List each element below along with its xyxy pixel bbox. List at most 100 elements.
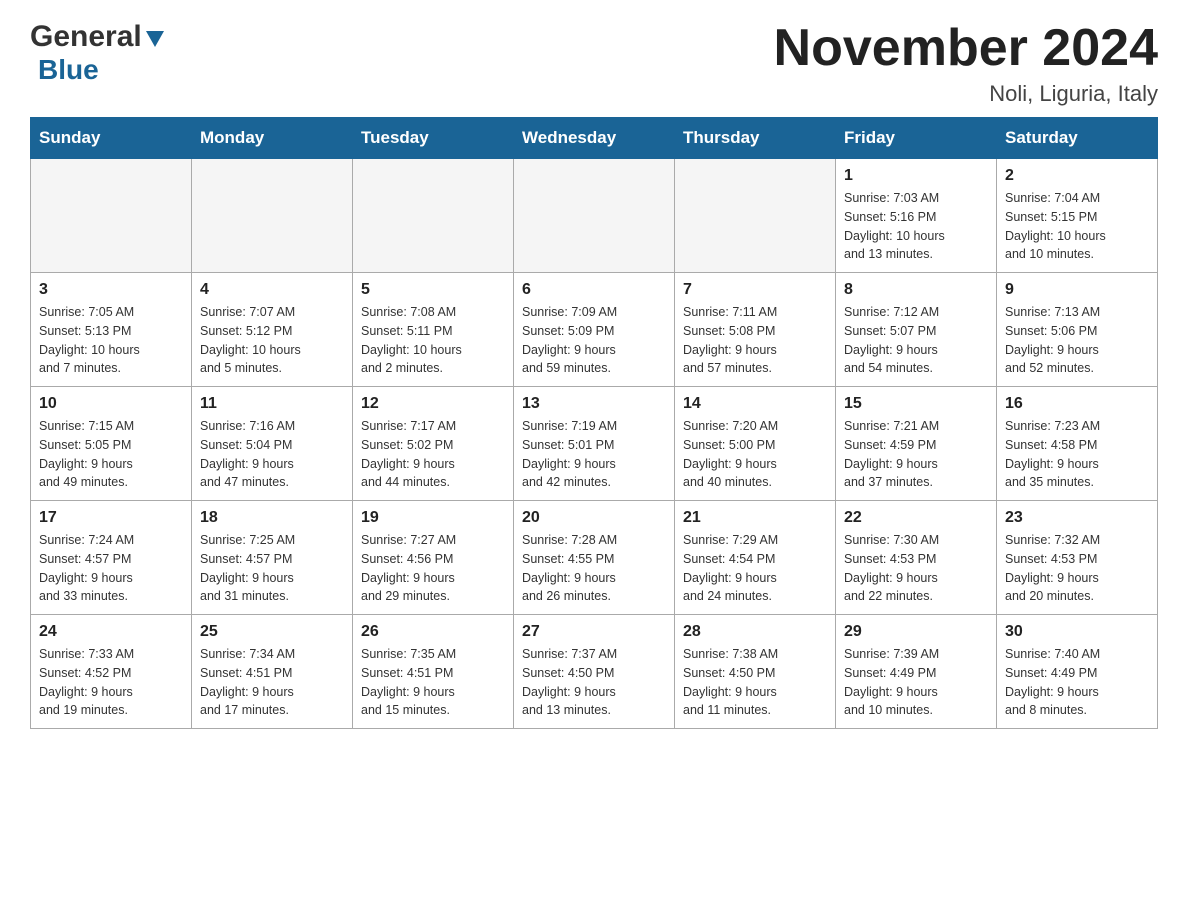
calendar-week-row: 10 Sunrise: 7:15 AM Sunset: 5:05 PM Dayli… bbox=[31, 387, 1158, 501]
day-of-week-header-monday: Monday bbox=[192, 118, 353, 159]
calendar-cell: 1 Sunrise: 7:03 AM Sunset: 5:16 PM Daylig… bbox=[836, 159, 997, 273]
day-number: 22 bbox=[844, 509, 988, 527]
day-number: 17 bbox=[39, 509, 183, 527]
day-info: Sunrise: 7:19 AM Sunset: 5:01 PM Dayligh… bbox=[522, 417, 666, 492]
day-number: 27 bbox=[522, 623, 666, 641]
day-of-week-header-thursday: Thursday bbox=[675, 118, 836, 159]
calendar-cell: 11 Sunrise: 7:16 AM Sunset: 5:04 PM Dayli… bbox=[192, 387, 353, 501]
calendar-subtitle: Noli, Liguria, Italy bbox=[774, 81, 1158, 107]
calendar-cell: 22 Sunrise: 7:30 AM Sunset: 4:53 PM Dayli… bbox=[836, 501, 997, 615]
day-info: Sunrise: 7:20 AM Sunset: 5:00 PM Dayligh… bbox=[683, 417, 827, 492]
day-info: Sunrise: 7:39 AM Sunset: 4:49 PM Dayligh… bbox=[844, 645, 988, 720]
day-number: 3 bbox=[39, 281, 183, 299]
day-info: Sunrise: 7:30 AM Sunset: 4:53 PM Dayligh… bbox=[844, 531, 988, 606]
day-info: Sunrise: 7:33 AM Sunset: 4:52 PM Dayligh… bbox=[39, 645, 183, 720]
calendar-cell bbox=[192, 159, 353, 273]
calendar-cell: 26 Sunrise: 7:35 AM Sunset: 4:51 PM Dayli… bbox=[353, 615, 514, 729]
day-info: Sunrise: 7:17 AM Sunset: 5:02 PM Dayligh… bbox=[361, 417, 505, 492]
calendar-cell: 30Sunrise: 7:40 AM Sunset: 4:49 PM Dayli… bbox=[997, 615, 1158, 729]
calendar-cell: 8 Sunrise: 7:12 AM Sunset: 5:07 PM Daylig… bbox=[836, 273, 997, 387]
day-number: 1 bbox=[844, 167, 988, 185]
day-number: 2 bbox=[1005, 167, 1149, 185]
day-number: 16 bbox=[1005, 395, 1149, 413]
day-number: 11 bbox=[200, 395, 344, 413]
day-info: Sunrise: 7:16 AM Sunset: 5:04 PM Dayligh… bbox=[200, 417, 344, 492]
day-number: 5 bbox=[361, 281, 505, 299]
calendar-cell bbox=[514, 159, 675, 273]
day-info: Sunrise: 7:37 AM Sunset: 4:50 PM Dayligh… bbox=[522, 645, 666, 720]
day-info: Sunrise: 7:21 AM Sunset: 4:59 PM Dayligh… bbox=[844, 417, 988, 492]
day-info: Sunrise: 7:08 AM Sunset: 5:11 PM Dayligh… bbox=[361, 303, 505, 378]
day-of-week-header-wednesday: Wednesday bbox=[514, 118, 675, 159]
day-info: Sunrise: 7:09 AM Sunset: 5:09 PM Dayligh… bbox=[522, 303, 666, 378]
day-of-week-header-sunday: Sunday bbox=[31, 118, 192, 159]
calendar-cell bbox=[353, 159, 514, 273]
day-info: Sunrise: 7:15 AM Sunset: 5:05 PM Dayligh… bbox=[39, 417, 183, 492]
day-info: Sunrise: 7:03 AM Sunset: 5:16 PM Dayligh… bbox=[844, 189, 988, 264]
day-of-week-header-friday: Friday bbox=[836, 118, 997, 159]
logo-blue-text: Blue bbox=[38, 54, 99, 85]
calendar-cell: 12 Sunrise: 7:17 AM Sunset: 5:02 PM Dayli… bbox=[353, 387, 514, 501]
day-number: 21 bbox=[683, 509, 827, 527]
day-number: 4 bbox=[200, 281, 344, 299]
logo: General Blue bbox=[30, 20, 166, 86]
calendar-cell: 5 Sunrise: 7:08 AM Sunset: 5:11 PM Daylig… bbox=[353, 273, 514, 387]
day-number: 12 bbox=[361, 395, 505, 413]
calendar-cell: 2 Sunrise: 7:04 AM Sunset: 5:15 PM Daylig… bbox=[997, 159, 1158, 273]
day-info: Sunrise: 7:35 AM Sunset: 4:51 PM Dayligh… bbox=[361, 645, 505, 720]
day-info: Sunrise: 7:34 AM Sunset: 4:51 PM Dayligh… bbox=[200, 645, 344, 720]
calendar-table: SundayMondayTuesdayWednesdayThursdayFrid… bbox=[30, 117, 1158, 729]
calendar-cell: 9Sunrise: 7:13 AM Sunset: 5:06 PM Daylig… bbox=[997, 273, 1158, 387]
calendar-header-row: SundayMondayTuesdayWednesdayThursdayFrid… bbox=[31, 118, 1158, 159]
page-header: General Blue November 2024 Noli, Liguria… bbox=[30, 20, 1158, 107]
logo-general-text: General bbox=[30, 20, 142, 54]
calendar-cell: 25 Sunrise: 7:34 AM Sunset: 4:51 PM Dayli… bbox=[192, 615, 353, 729]
day-of-week-header-saturday: Saturday bbox=[997, 118, 1158, 159]
calendar-cell: 13Sunrise: 7:19 AM Sunset: 5:01 PM Dayli… bbox=[514, 387, 675, 501]
calendar-cell: 21Sunrise: 7:29 AM Sunset: 4:54 PM Dayli… bbox=[675, 501, 836, 615]
day-number: 28 bbox=[683, 623, 827, 641]
calendar-cell: 27 Sunrise: 7:37 AM Sunset: 4:50 PM Dayli… bbox=[514, 615, 675, 729]
day-number: 30 bbox=[1005, 623, 1149, 641]
calendar-cell: 14 Sunrise: 7:20 AM Sunset: 5:00 PM Dayli… bbox=[675, 387, 836, 501]
day-info: Sunrise: 7:05 AM Sunset: 5:13 PM Dayligh… bbox=[39, 303, 183, 378]
day-number: 14 bbox=[683, 395, 827, 413]
calendar-cell bbox=[31, 159, 192, 273]
day-info: Sunrise: 7:11 AM Sunset: 5:08 PM Dayligh… bbox=[683, 303, 827, 378]
day-number: 8 bbox=[844, 281, 988, 299]
day-number: 23 bbox=[1005, 509, 1149, 527]
day-number: 25 bbox=[200, 623, 344, 641]
day-number: 15 bbox=[844, 395, 988, 413]
calendar-cell: 29Sunrise: 7:39 AM Sunset: 4:49 PM Dayli… bbox=[836, 615, 997, 729]
calendar-cell: 19Sunrise: 7:27 AM Sunset: 4:56 PM Dayli… bbox=[353, 501, 514, 615]
day-info: Sunrise: 7:12 AM Sunset: 5:07 PM Dayligh… bbox=[844, 303, 988, 378]
day-info: Sunrise: 7:25 AM Sunset: 4:57 PM Dayligh… bbox=[200, 531, 344, 606]
calendar-cell: 10 Sunrise: 7:15 AM Sunset: 5:05 PM Dayli… bbox=[31, 387, 192, 501]
calendar-cell bbox=[675, 159, 836, 273]
day-number: 18 bbox=[200, 509, 344, 527]
calendar-week-row: 17 Sunrise: 7:24 AM Sunset: 4:57 PM Dayli… bbox=[31, 501, 1158, 615]
day-of-week-header-tuesday: Tuesday bbox=[353, 118, 514, 159]
calendar-cell: 24Sunrise: 7:33 AM Sunset: 4:52 PM Dayli… bbox=[31, 615, 192, 729]
day-number: 7 bbox=[683, 281, 827, 299]
calendar-header: SundayMondayTuesdayWednesdayThursdayFrid… bbox=[31, 118, 1158, 159]
calendar-cell: 17 Sunrise: 7:24 AM Sunset: 4:57 PM Dayli… bbox=[31, 501, 192, 615]
day-info: Sunrise: 7:24 AM Sunset: 4:57 PM Dayligh… bbox=[39, 531, 183, 606]
day-info: Sunrise: 7:27 AM Sunset: 4:56 PM Dayligh… bbox=[361, 531, 505, 606]
calendar-cell: 28 Sunrise: 7:38 AM Sunset: 4:50 PM Dayli… bbox=[675, 615, 836, 729]
calendar-body: 1 Sunrise: 7:03 AM Sunset: 5:16 PM Daylig… bbox=[31, 159, 1158, 729]
day-info: Sunrise: 7:32 AM Sunset: 4:53 PM Dayligh… bbox=[1005, 531, 1149, 606]
day-info: Sunrise: 7:38 AM Sunset: 4:50 PM Dayligh… bbox=[683, 645, 827, 720]
calendar-cell: 4Sunrise: 7:07 AM Sunset: 5:12 PM Daylig… bbox=[192, 273, 353, 387]
title-section: November 2024 Noli, Liguria, Italy bbox=[774, 20, 1158, 107]
calendar-cell: 3 Sunrise: 7:05 AM Sunset: 5:13 PM Daylig… bbox=[31, 273, 192, 387]
day-info: Sunrise: 7:13 AM Sunset: 5:06 PM Dayligh… bbox=[1005, 303, 1149, 378]
day-info: Sunrise: 7:04 AM Sunset: 5:15 PM Dayligh… bbox=[1005, 189, 1149, 264]
day-number: 26 bbox=[361, 623, 505, 641]
day-number: 10 bbox=[39, 395, 183, 413]
calendar-cell: 16Sunrise: 7:23 AM Sunset: 4:58 PM Dayli… bbox=[997, 387, 1158, 501]
calendar-week-row: 24Sunrise: 7:33 AM Sunset: 4:52 PM Dayli… bbox=[31, 615, 1158, 729]
calendar-cell: 20Sunrise: 7:28 AM Sunset: 4:55 PM Dayli… bbox=[514, 501, 675, 615]
calendar-cell: 18 Sunrise: 7:25 AM Sunset: 4:57 PM Dayli… bbox=[192, 501, 353, 615]
day-number: 20 bbox=[522, 509, 666, 527]
